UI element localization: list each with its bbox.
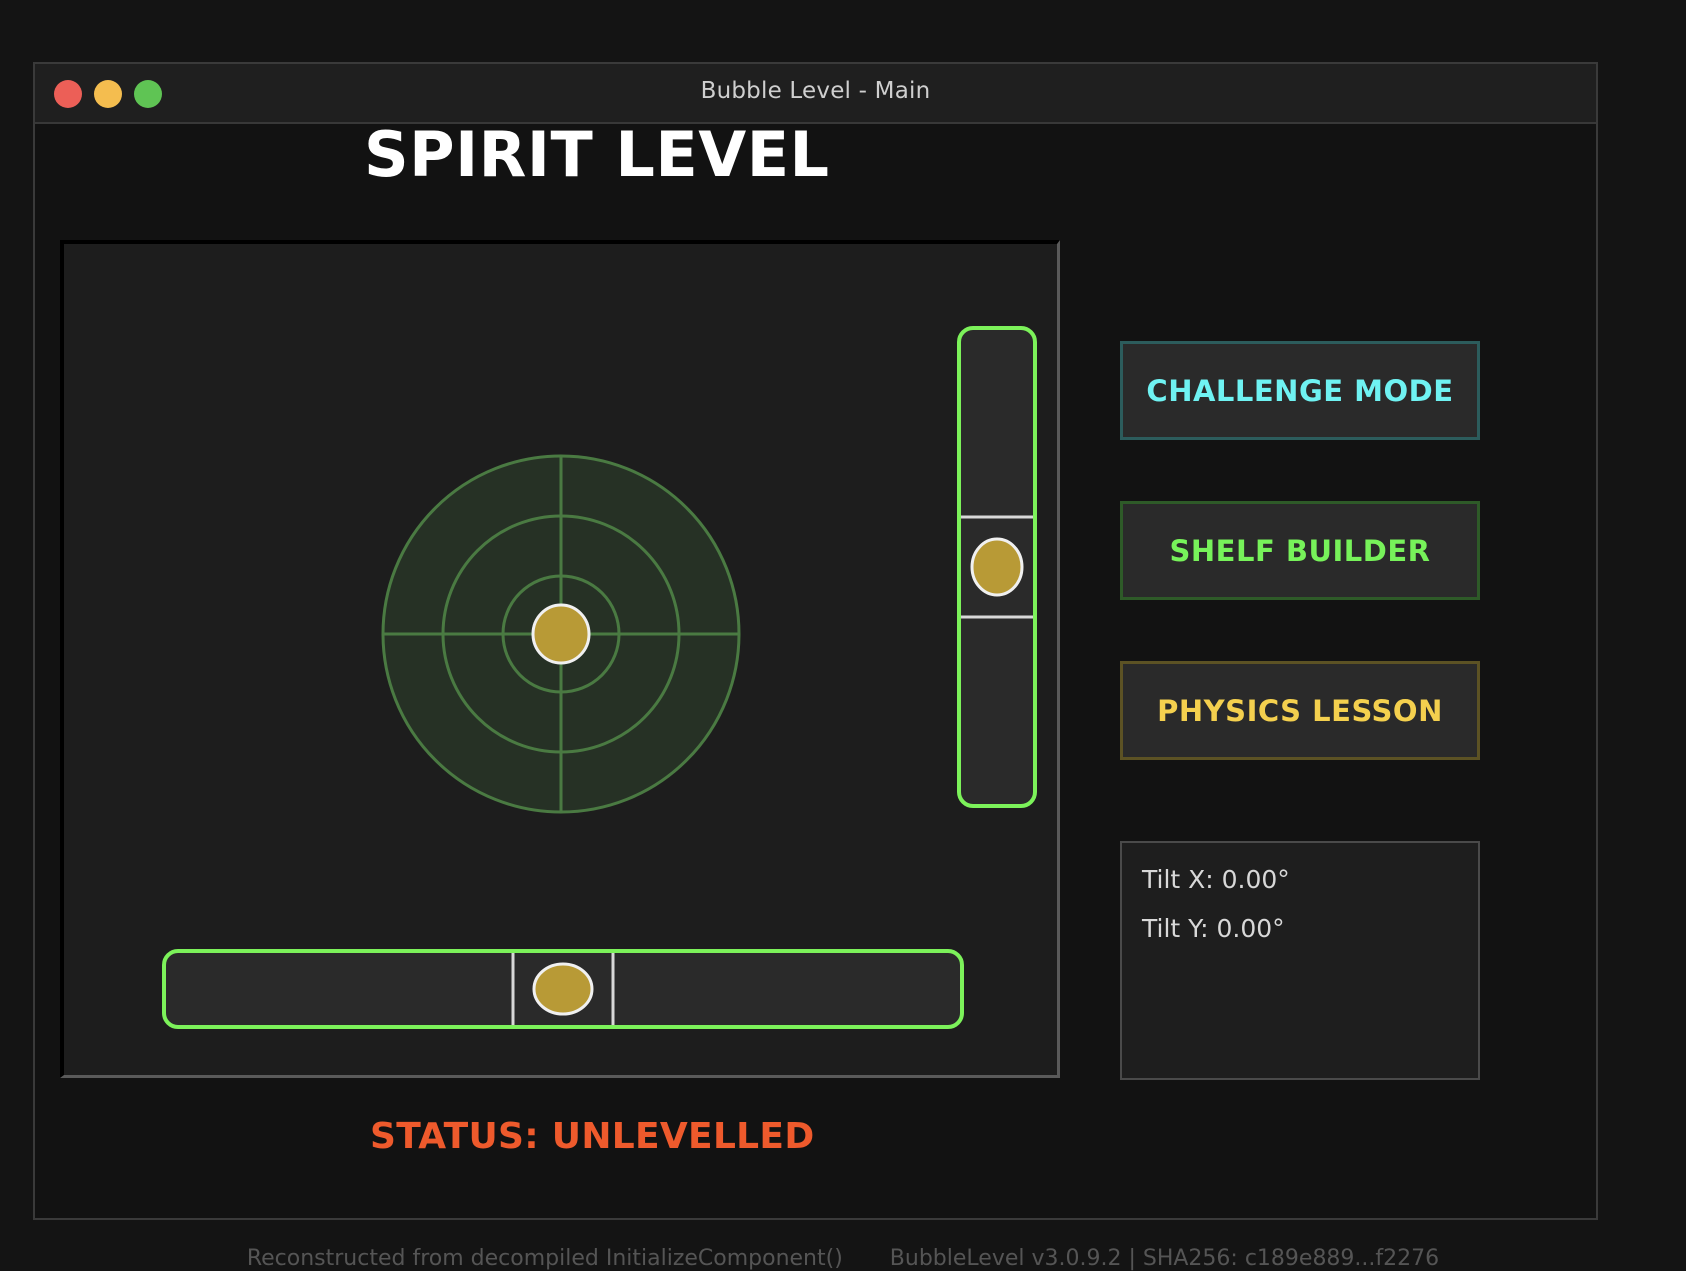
title-bar[interactable]: Bubble Level - Main [35, 64, 1596, 124]
vertical-vial [957, 326, 1037, 808]
tilt-y-readout: Tilt Y: 0.00° [1142, 914, 1285, 943]
level-canvas [60, 240, 1060, 1078]
horizontal-vial-bubble [532, 962, 594, 1016]
physics-lesson-button[interactable]: PHYSICS LESSON [1120, 661, 1480, 760]
level-canvas-svg [162, 326, 1037, 1029]
shelf-builder-button[interactable]: SHELF BUILDER [1120, 501, 1480, 600]
footer-right-text: BubbleLevel v3.0.9.2 | SHA256: c189e889.… [889, 1246, 1440, 1271]
tilt-x-readout: Tilt X: 0.00° [1142, 865, 1290, 894]
window-title: Bubble Level - Main [700, 78, 931, 104]
footer-caption: Reconstructed from decompiled Initialize… [0, 1246, 1686, 1271]
tilt-readout-panel: Tilt X: 0.00° Tilt Y: 0.00° [1120, 841, 1480, 1080]
bullseye-level [381, 454, 741, 814]
vertical-vial-bubble [970, 537, 1024, 597]
app-title: SPIRIT LEVEL [364, 118, 830, 191]
footer-left-text: Reconstructed from decompiled Initialize… [246, 1246, 843, 1271]
status-label: STATUS: UNLEVELLED [370, 1116, 815, 1157]
horizontal-vial [162, 949, 964, 1029]
challenge-mode-button[interactable]: CHALLENGE MODE [1120, 341, 1480, 440]
bullseye-bubble [531, 603, 591, 665]
